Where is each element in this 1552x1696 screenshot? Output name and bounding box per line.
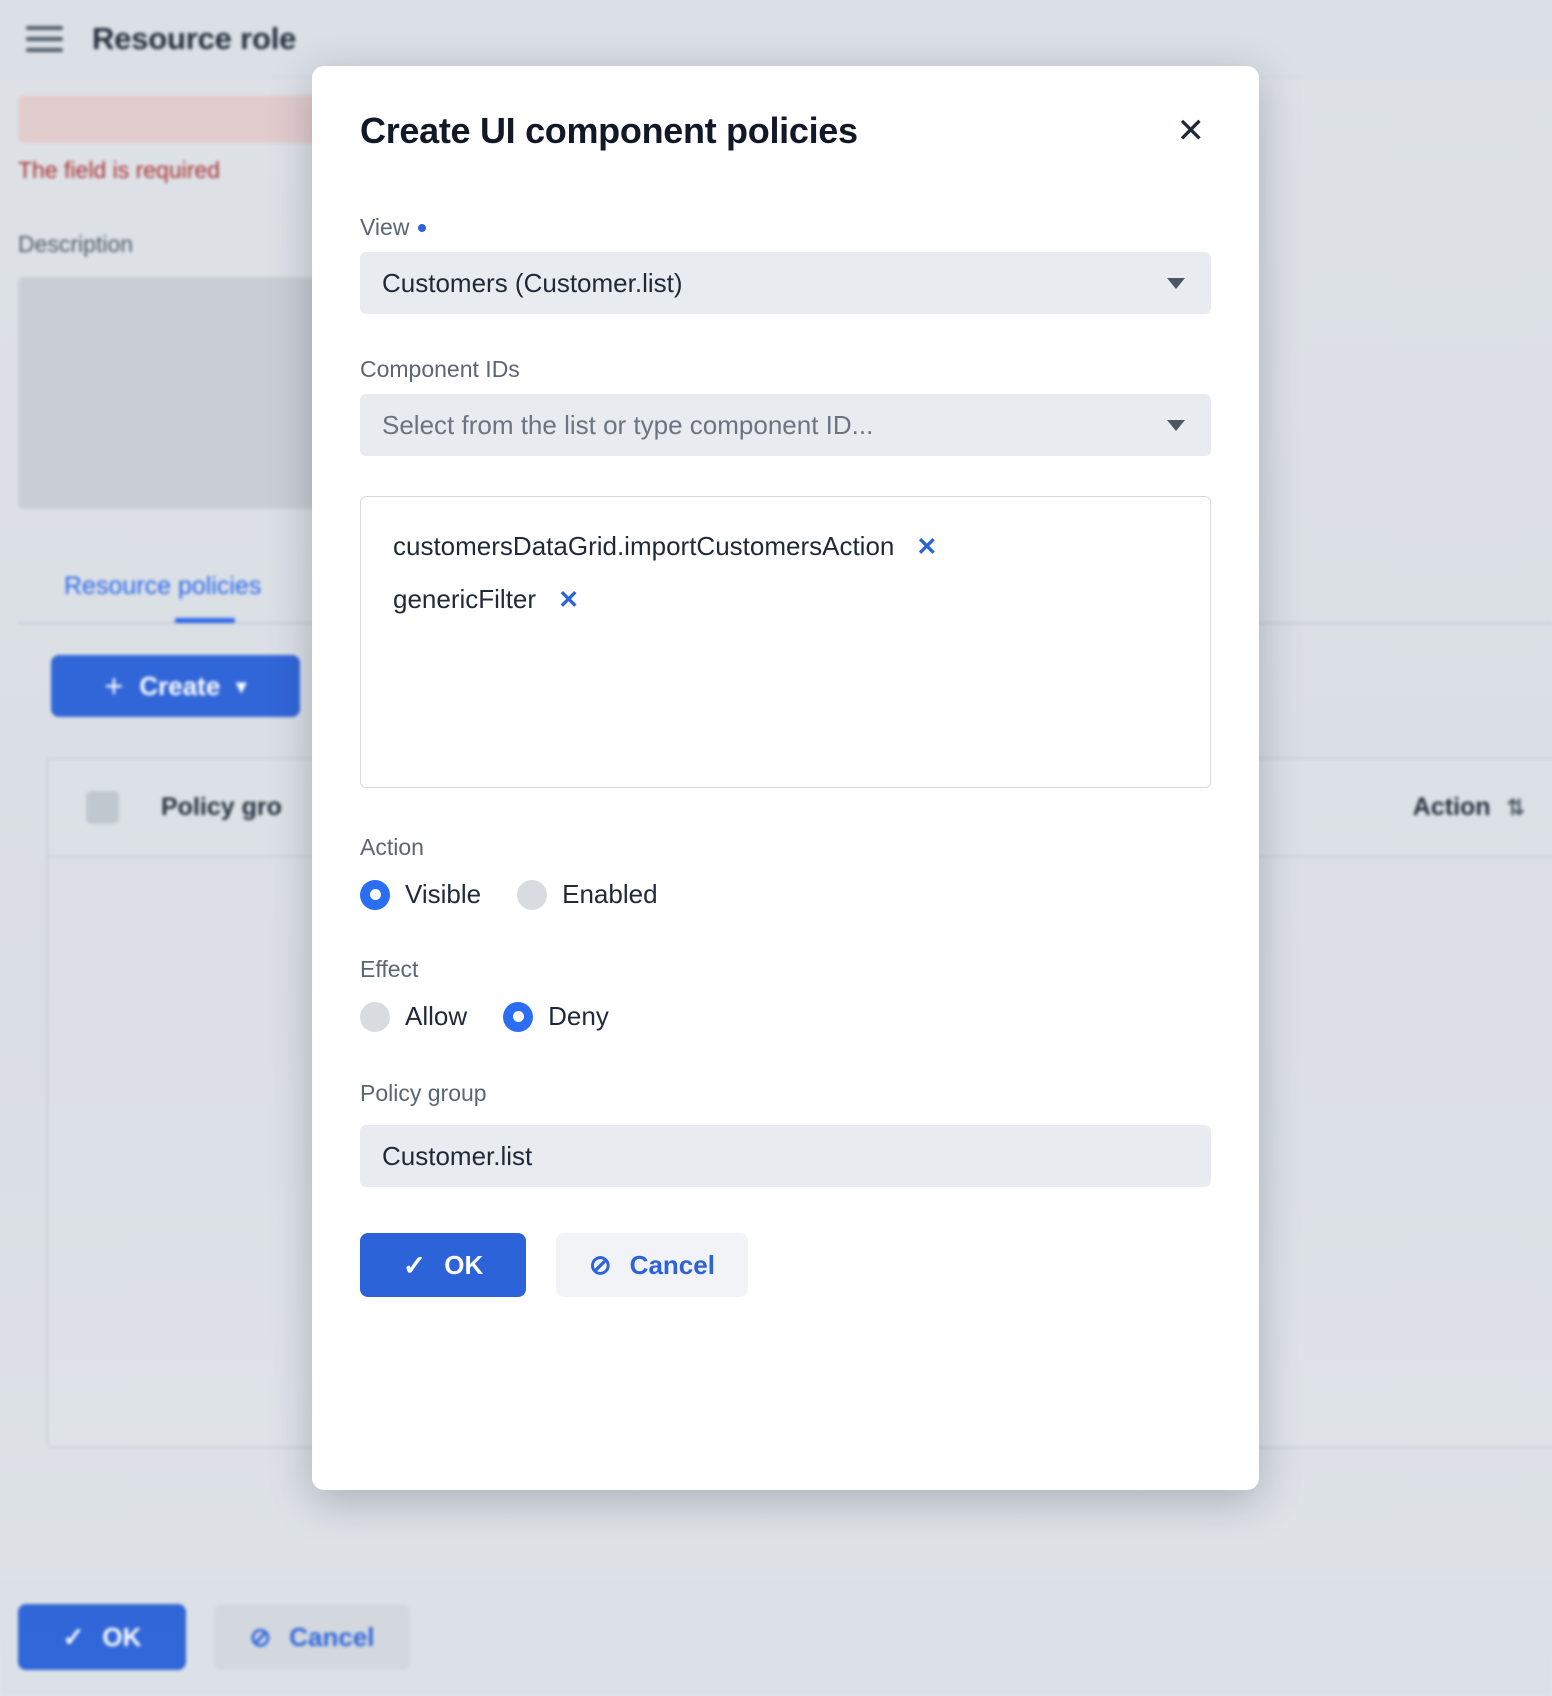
view-label-wrap: View — [360, 214, 1211, 241]
dialog-actions: ✓ OK ⊘ Cancel — [360, 1233, 1211, 1297]
required-indicator-icon — [418, 224, 426, 232]
dialog-cancel-button[interactable]: ⊘ Cancel — [556, 1233, 748, 1297]
create-button-label: Create — [139, 671, 220, 702]
radio-indicator-icon — [517, 880, 547, 910]
radio-action-enabled-label: Enabled — [562, 879, 657, 910]
column-header-action[interactable]: Action ⇅ — [1413, 793, 1525, 822]
dialog-ok-label: OK — [444, 1250, 483, 1281]
dialog-header: Create UI component policies ✕ — [312, 66, 1259, 152]
radio-action-enabled[interactable]: Enabled — [517, 879, 657, 910]
ban-icon: ⊘ — [589, 1250, 612, 1281]
action-radio-group: Action Visible Enabled — [360, 834, 1211, 910]
view-field-group: View Customers (Customer.list) — [360, 214, 1211, 314]
policy-group-label: Policy group — [360, 1080, 1211, 1107]
dialog-ok-button[interactable]: ✓ OK — [360, 1233, 526, 1297]
close-icon[interactable]: ✕ — [916, 532, 937, 562]
page-cancel-label: Cancel — [289, 1622, 374, 1653]
list-item: genericFilter ✕ — [393, 584, 1178, 615]
description-label: Description — [18, 231, 133, 258]
dialog-title: Create UI component policies — [360, 110, 858, 152]
list-item: customersDataGrid.importCustomersAction … — [393, 531, 1178, 562]
create-button[interactable]: + Create ▾ — [51, 655, 300, 717]
validation-message: The field is required — [18, 157, 220, 184]
action-group-label: Action — [360, 834, 1211, 861]
policy-group-field: Policy group Customer.list — [360, 1080, 1211, 1187]
radio-effect-deny-label: Deny — [548, 1001, 609, 1032]
component-ids-label-wrap: Component IDs — [360, 356, 1211, 383]
chevron-down-icon — [1167, 278, 1185, 289]
page-footer: ✓ OK ⊘ Cancel — [0, 1578, 1552, 1696]
radio-action-visible[interactable]: Visible — [360, 879, 481, 910]
effect-options: Allow Deny — [360, 1001, 1211, 1032]
page-ok-label: OK — [102, 1622, 141, 1653]
radio-action-visible-label: Visible — [405, 879, 481, 910]
check-icon: ✓ — [403, 1249, 426, 1282]
page-ok-button[interactable]: ✓ OK — [18, 1604, 186, 1670]
radio-indicator-icon — [360, 1002, 390, 1032]
dialog-cancel-label: Cancel — [630, 1250, 715, 1281]
chevron-down-icon: ▾ — [236, 674, 246, 699]
action-options: Visible Enabled — [360, 879, 1211, 910]
sort-icon[interactable]: ⇅ — [1507, 795, 1525, 821]
page-cancel-button[interactable]: ⊘ Cancel — [214, 1604, 410, 1670]
page-title: Resource role — [92, 21, 296, 57]
view-select[interactable]: Customers (Customer.list) — [360, 252, 1211, 314]
effect-group-label: Effect — [360, 956, 1211, 983]
component-ids-field-group: Component IDs Select from the list or ty… — [360, 356, 1211, 788]
radio-effect-allow-label: Allow — [405, 1001, 467, 1032]
column-header-action-label: Action — [1413, 793, 1491, 822]
component-ids-select[interactable]: Select from the list or type component I… — [360, 394, 1211, 456]
chevron-down-icon — [1167, 420, 1185, 431]
tab-active-indicator — [175, 618, 235, 623]
chip-label: customersDataGrid.importCustomersAction — [393, 531, 894, 562]
component-ids-chips-list: customersDataGrid.importCustomersAction … — [360, 496, 1211, 788]
app-root: Resource role The field is required Desc… — [0, 0, 1552, 1696]
plus-icon: + — [105, 668, 124, 705]
hamburger-menu-icon[interactable] — [26, 22, 66, 56]
tab-resource-policies[interactable]: Resource policies — [64, 572, 261, 601]
check-icon: ✓ — [63, 1622, 85, 1653]
view-select-value: Customers (Customer.list) — [382, 268, 683, 299]
effect-radio-group: Effect Allow Deny — [360, 956, 1211, 1032]
view-label: View — [360, 214, 409, 241]
policy-group-input[interactable]: Customer.list — [360, 1125, 1211, 1187]
close-icon[interactable]: ✕ — [1171, 110, 1212, 152]
column-header-policy-group[interactable]: Policy gro — [161, 793, 282, 822]
component-ids-placeholder: Select from the list or type component I… — [382, 410, 873, 441]
close-icon[interactable]: ✕ — [558, 585, 579, 615]
ban-icon: ⊘ — [249, 1622, 271, 1653]
select-all-checkbox[interactable] — [86, 791, 119, 824]
component-ids-label: Component IDs — [360, 356, 520, 383]
policy-group-value: Customer.list — [382, 1141, 532, 1172]
radio-effect-deny[interactable]: Deny — [503, 1001, 609, 1032]
dialog-body: View Customers (Customer.list) Component… — [312, 214, 1259, 1297]
chip-label: genericFilter — [393, 584, 536, 615]
radio-effect-allow[interactable]: Allow — [360, 1001, 467, 1032]
radio-indicator-icon — [503, 1002, 533, 1032]
create-ui-component-policies-dialog: Create UI component policies ✕ View Cust… — [312, 66, 1259, 1490]
radio-indicator-icon — [360, 880, 390, 910]
